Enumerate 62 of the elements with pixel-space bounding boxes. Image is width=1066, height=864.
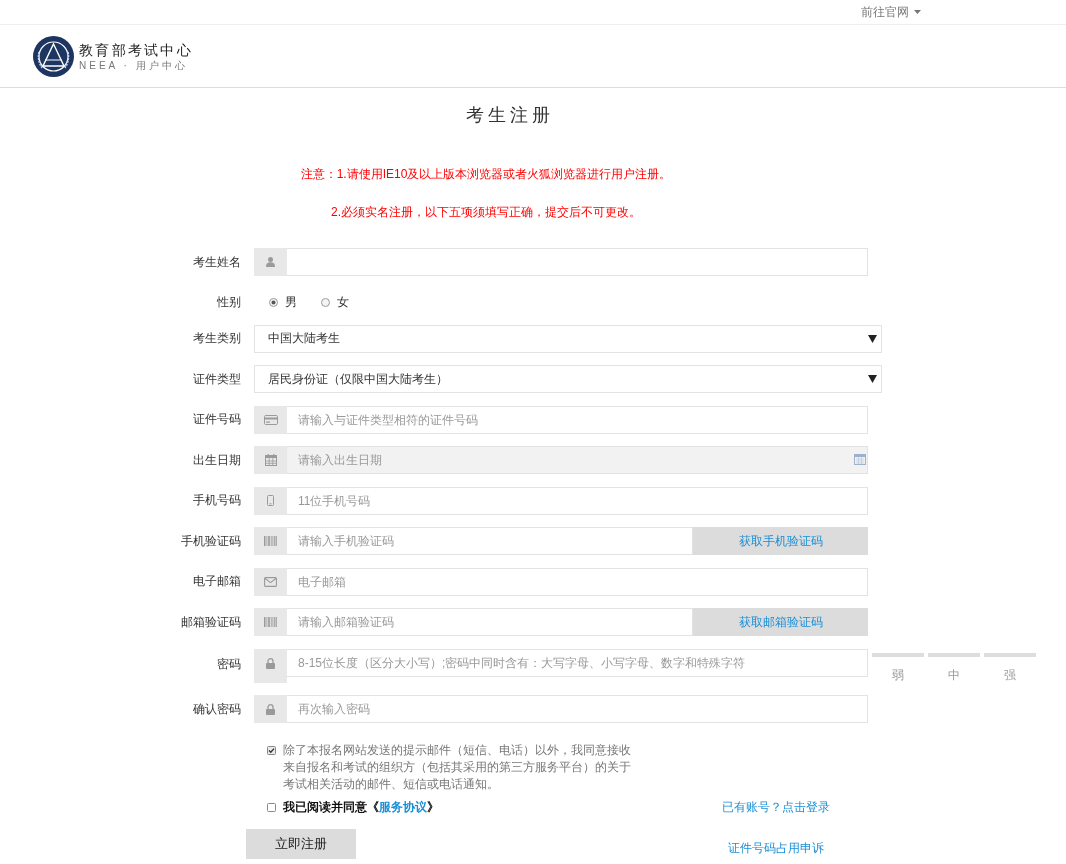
field-label: 电子邮箱 — [193, 573, 241, 590]
envelope-icon — [264, 576, 277, 587]
name-input[interactable] — [287, 248, 868, 276]
calendar-icon — [264, 454, 277, 466]
agreement-text: 我已阅读并同意《服务协议》 — [283, 799, 439, 816]
lock-icon — [266, 657, 275, 669]
phone-number-input[interactable]: 11位手机号码 — [287, 486, 868, 515]
dropdown-arrow-icon — [868, 334, 877, 343]
site-title: 教育部考试中心 — [79, 41, 194, 58]
strength-bar — [928, 652, 980, 657]
dropdown-arrow-icon — [868, 375, 877, 383]
radio-button-icon[interactable] — [269, 298, 278, 307]
field-label: 确认密码 — [193, 700, 241, 718]
password-input[interactable]: 再次输入密码 — [287, 695, 868, 723]
radio-button-icon[interactable] — [321, 298, 330, 307]
official-site-link[interactable]: 前往官网 — [861, 3, 921, 21]
register-button[interactable]: 立即注册 — [246, 828, 356, 859]
appeal-link[interactable]: 证件号码占用申诉 — [728, 839, 824, 857]
get-code-button[interactable]: 获取手机验证码 — [693, 527, 868, 555]
strength-bar — [984, 652, 1036, 657]
field-label: 出生日期 — [193, 451, 241, 469]
dropdown[interactable]: 中国大陆考生 — [254, 324, 882, 353]
user-icon — [266, 257, 275, 267]
radio-option[interactable]: 女 — [321, 294, 349, 311]
checkbox[interactable] — [267, 803, 276, 812]
login-link[interactable]: 已有账号？点击登录 — [722, 799, 830, 816]
barcode-icon — [264, 536, 277, 546]
verification-code-input[interactable]: 请输入手机验证码 — [287, 527, 693, 555]
field-label: 性别 — [217, 294, 241, 311]
field-label: 证件类型 — [193, 370, 241, 388]
field-label: 邮箱验证码 — [181, 613, 241, 631]
calendar-icon[interactable] — [854, 454, 866, 465]
strength-label: 强 — [1004, 667, 1016, 682]
page-title: 考生注册 — [466, 104, 554, 127]
dropdown[interactable]: 居民身份证（仅限中国大陆考生） — [254, 365, 882, 393]
email-input[interactable]: 电子邮箱 — [287, 567, 868, 596]
notice-text: 注意：1.请使用IE10及以上版本浏览器或者火狐浏览器进行用户注册。 — [300, 166, 672, 183]
get-code-button[interactable]: 获取邮箱验证码 — [693, 608, 868, 636]
field-label: 密码 — [217, 655, 241, 673]
verification-code-input[interactable]: 请输入邮箱验证码 — [287, 608, 693, 636]
field-label: 证件号码 — [193, 411, 241, 428]
checkbox[interactable] — [267, 745, 276, 755]
id-number-input[interactable]: 请输入与证件类型相符的证件号码 — [287, 405, 868, 434]
emblem-icon — [33, 35, 74, 77]
field-label: 手机验证码 — [181, 532, 241, 550]
card-icon — [263, 414, 278, 425]
password-input[interactable]: 8-15位长度（区分大小写）;密码中同时含有：大写字母、小写字母、数字和特殊字符 — [287, 648, 868, 677]
field-label: 考生类别 — [193, 330, 241, 347]
field-label: 手机号码 — [193, 492, 241, 509]
strength-bar — [872, 652, 924, 657]
service-agreement-link[interactable]: 服务协议 — [379, 800, 427, 814]
strength-label: 中 — [948, 667, 960, 682]
barcode-icon — [264, 617, 277, 627]
mobile-phone-icon — [267, 495, 274, 506]
radio-option[interactable]: 男 — [269, 294, 297, 311]
site-subtitle: NEEA · 用户中心 — [79, 59, 189, 72]
caret-icon — [914, 10, 921, 14]
notice-text: 2.必须实名注册，以下五项须填写正确，提交后不可更改。 — [331, 204, 641, 221]
strength-label: 弱 — [892, 667, 904, 682]
consent-text: 除了本报名网站发送的提示邮件（短信、电话）以外，我同意接收来自报名和考试的组织方（包括其采用的第三方服务平台）的关于考试相关活动的邮件、短信或电话通知。 — [283, 741, 632, 793]
field-label: 考生姓名 — [193, 253, 241, 271]
lock-icon — [266, 703, 275, 715]
